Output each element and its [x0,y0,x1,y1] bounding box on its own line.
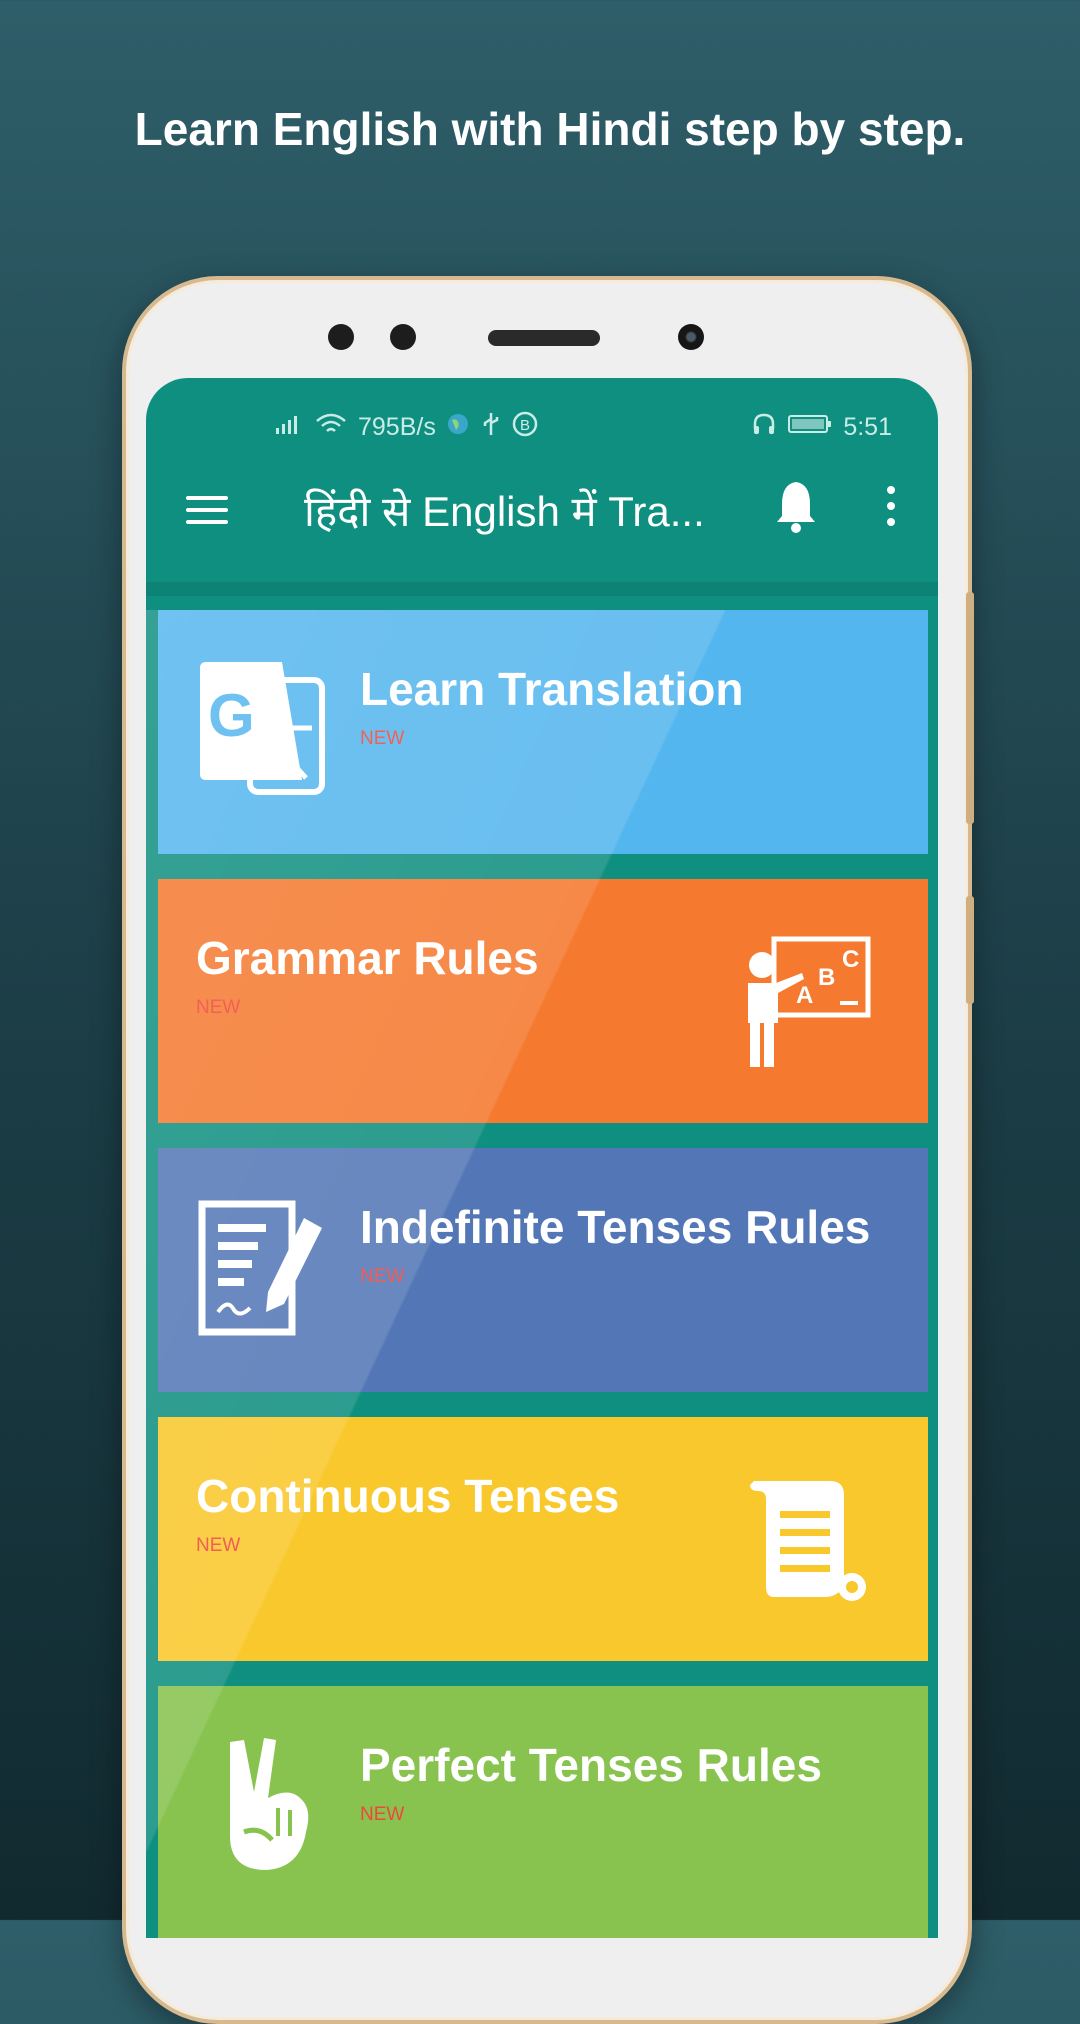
clock: 5:51 [843,412,892,441]
card-learn-translation[interactable]: G ट Learn Translation NEW [158,610,928,854]
usb-icon [480,411,502,444]
headphones-icon [751,411,777,444]
card-indefinite-tenses[interactable]: Indefinite Tenses Rules NEW [158,1148,928,1392]
globe-icon [446,412,470,443]
status-right: 5:51 [751,412,892,442]
power-button [966,592,974,824]
hamburger-menu-icon[interactable] [186,490,228,530]
card-title: Continuous Tenses [196,1470,620,1522]
sensor-dot-1 [328,324,354,350]
svg-text:A: A [796,982,813,1009]
sensor-dot-2 [390,324,416,350]
new-badge: NEW [360,728,405,749]
new-badge: NEW [196,997,241,1018]
svg-text:B: B [520,417,530,434]
promo-headline-text: Learn English with Hindi step by step. [134,103,966,155]
battery-icon [787,412,833,443]
status-bar: 795B/s B 5:51 [146,378,938,441]
card-perfect-tenses[interactable]: Perfect Tenses Rules NEW [158,1686,928,1938]
app-bar: हिंदी से English में Tra... [146,468,938,572]
earpiece-speaker [488,330,600,346]
front-camera [678,324,704,350]
app-bar-divider [146,582,938,596]
card-title: Perfect Tenses Rules [360,1739,822,1791]
card-continuous-tenses[interactable]: Continuous Tenses NEW [158,1417,928,1661]
teacher-board-icon: A B C [744,935,874,1076]
document-pen-icon [198,1200,328,1345]
promo-headline: Learn English with Hindi step by step. [0,98,1080,160]
app-title: हिंदी से English में Tra... [304,488,705,535]
card-title: Indefinite Tenses Rules [360,1201,871,1253]
card-grammar-rules[interactable]: Grammar Rules NEW A B C [158,879,928,1123]
svg-text:C: C [842,946,859,973]
new-badge: NEW [360,1266,405,1287]
more-options-icon[interactable] [884,486,898,532]
card-title: Grammar Rules [196,932,539,984]
b-circle-icon: B [512,411,538,444]
scroll-icon [744,1477,874,1612]
svg-text:B: B [818,964,835,991]
signal-icon [274,412,304,443]
app-screen: 795B/s B 5:51 हिंदी से English में Tra..… [146,378,938,1938]
google-translate-icon: G ट [198,660,328,805]
new-badge: NEW [196,1535,241,1556]
status-left: 795B/s B [274,411,538,444]
wifi-icon [314,411,348,444]
new-badge: NEW [360,1804,405,1825]
network-speed: 795B/s [358,412,436,441]
card-title: Learn Translation [360,663,744,715]
victory-hand-icon [220,1736,320,1881]
svg-text:G: G [208,682,255,749]
bell-icon[interactable] [774,478,818,534]
volume-button [966,896,974,1004]
